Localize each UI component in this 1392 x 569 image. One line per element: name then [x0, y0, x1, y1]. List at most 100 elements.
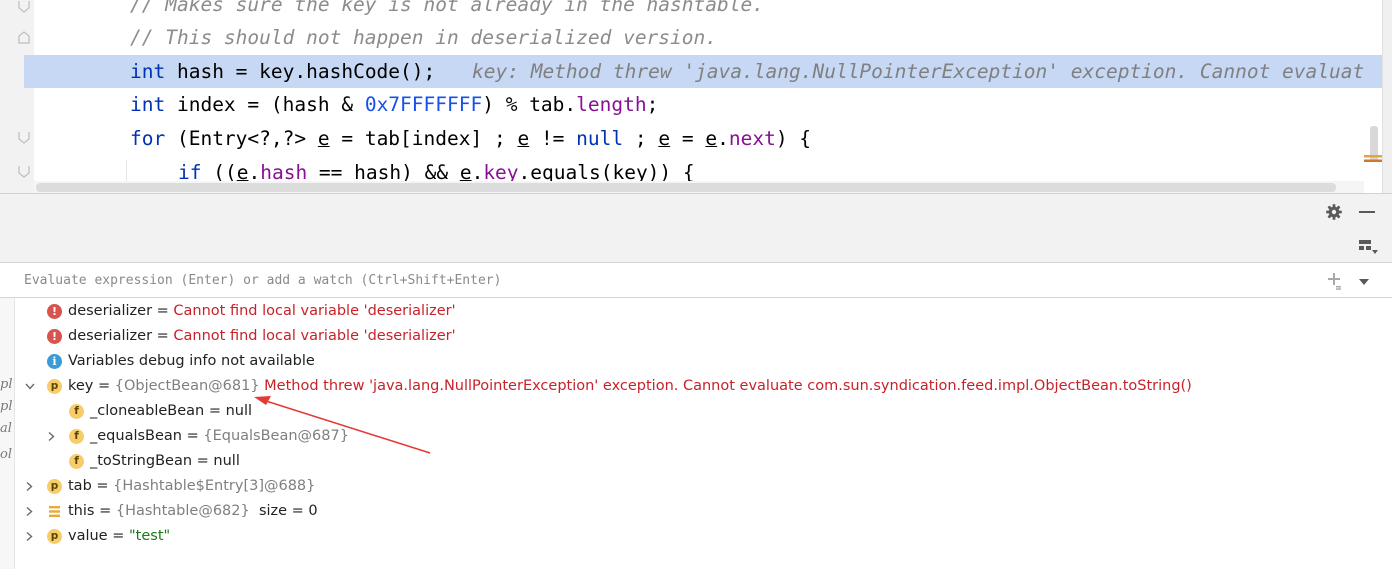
equals-sign: =: [181, 428, 204, 444]
field-icon: f: [69, 404, 84, 419]
chevron-down-icon[interactable]: [25, 381, 35, 392]
variable-text: value = "test": [68, 524, 170, 549]
code-text: ;: [646, 93, 659, 116]
variable-text: tab = {Hashtable$Entry[3]@688}: [68, 474, 315, 499]
tool-window-strip: [1382, 0, 1392, 194]
code-line: // Makes sure the key is not already in …: [36, 0, 1382, 21]
fold-marker-icon[interactable]: [17, 30, 31, 44]
error-icon: !: [47, 304, 62, 319]
chevron-right-icon[interactable]: [46, 431, 56, 442]
strip-mark: pl: [0, 377, 13, 392]
variable-name: _equalsBean: [90, 428, 182, 444]
current-execution-line: int hash = key.hashCode(); key: Method t…: [24, 55, 1382, 88]
variable-ref: e: [658, 127, 671, 150]
evaluate-expression-input[interactable]: [14, 263, 1334, 297]
variable-name: value: [68, 528, 108, 544]
horizontal-scrollbar-thumb[interactable]: [36, 183, 1336, 192]
variable-text: deserializer = Cannot find local variabl…: [68, 299, 456, 324]
chevron-right-icon[interactable]: [24, 506, 34, 517]
fold-marker-icon[interactable]: [17, 0, 31, 14]
left-tool-strip: pl pl al. ol: [0, 298, 15, 569]
code-statement: int hash = key.hashCode();: [130, 55, 435, 88]
variable-ref: {EqualsBean@687}: [203, 428, 349, 444]
variable-ref: e: [705, 127, 718, 150]
code-editor[interactable]: // Makes sure the key is not already in …: [0, 0, 1392, 194]
info-icon: i: [47, 354, 62, 369]
variable-value: null: [225, 403, 253, 419]
variable-name: key: [68, 378, 94, 394]
layout-icon[interactable]: [1357, 236, 1379, 256]
variable-ref: {Hashtable$Entry[3]@688}: [113, 478, 316, 494]
code-text: hash = key.hashCode();: [165, 60, 436, 83]
variable-ref: e: [517, 127, 530, 150]
debug-subtoolbar: [0, 228, 1392, 262]
field-ref: next: [728, 127, 776, 150]
keyword: for: [130, 127, 166, 150]
gear-icon[interactable]: [1324, 202, 1344, 222]
variable-name: this: [68, 503, 95, 519]
field-icon: f: [69, 429, 84, 444]
field-ref: length: [576, 93, 647, 116]
variable-error: Cannot find local variable 'deserializer…: [173, 303, 456, 319]
code-text: ) {: [775, 127, 812, 150]
variable-extra: size = 0: [249, 503, 318, 519]
code-comment: // This should not happen in deserialize…: [130, 26, 717, 49]
equals-sign: =: [107, 528, 129, 544]
code-text: index = (hash &: [165, 93, 365, 116]
variable-text: key = {ObjectBean@681} Method threw 'jav…: [68, 374, 1192, 399]
code-line: int index = (hash & 0x7FFFFFFF) % tab.le…: [36, 88, 1382, 121]
chevron-right-icon[interactable]: [24, 481, 34, 492]
variable-ref: {Hashtable@682}: [115, 503, 250, 519]
equals-sign: =: [152, 303, 174, 319]
code-line: for (Entry<?,?> e = tab[index] ; e != nu…: [36, 122, 1382, 155]
code-text: =: [670, 127, 706, 150]
equals-sign: =: [204, 403, 226, 419]
strip-mark: al.: [0, 421, 13, 436]
code-text: ;: [623, 127, 659, 150]
parameter-icon: p: [47, 529, 62, 544]
keyword: int: [130, 93, 166, 116]
code-line: // This should not happen in deserialize…: [36, 21, 1382, 54]
fold-marker-icon[interactable]: [17, 131, 31, 145]
equals-sign: =: [192, 453, 214, 469]
info-message: Variables debug info not available: [68, 353, 315, 369]
chevron-down-icon[interactable]: [1357, 276, 1371, 288]
parameter-icon: p: [47, 379, 62, 394]
add-watch-icon[interactable]: [1326, 272, 1342, 290]
variable-string-value: "test": [128, 528, 171, 544]
equals-sign: =: [91, 478, 114, 494]
variable-name: _cloneableBean: [90, 403, 205, 419]
error-stripe-marker[interactable]: [1364, 155, 1382, 163]
variable-text: _toStringBean = null: [90, 449, 240, 474]
variable-name: tab: [68, 478, 92, 494]
editor-gutter: [0, 0, 34, 194]
code-comment: // Makes sure the key is not already in …: [130, 0, 764, 16]
number-literal: 0x7FFFFFFF: [364, 93, 483, 116]
keyword: int: [130, 60, 166, 83]
strip-mark: ol: [0, 447, 12, 462]
inline-debug-value: key: Method threw 'java.lang.NullPointer…: [472, 60, 1365, 83]
variable-text: _cloneableBean = null: [90, 399, 252, 424]
variable-text: _equalsBean = {EqualsBean@687}: [90, 424, 349, 449]
strip-mark: pl: [0, 399, 13, 414]
equals-sign: =: [94, 503, 116, 519]
chevron-right-icon[interactable]: [24, 531, 34, 542]
code-text: .: [717, 127, 729, 150]
equals-sign: =: [152, 328, 174, 344]
variable-name: deserializer: [68, 303, 153, 319]
variable-name: deserializer: [68, 328, 153, 344]
code-text: (Entry<?,?>: [165, 127, 318, 150]
variable-text: this = {Hashtable@682} size = 0: [68, 499, 318, 524]
keyword: null: [576, 127, 624, 150]
variable-error: Cannot find local variable 'deserializer…: [173, 328, 456, 344]
variable-value: null: [213, 453, 240, 469]
code-statement: int index = (hash & 0x7FFFFFFF) % tab.le…: [130, 88, 658, 121]
variable-name: _toStringBean: [90, 453, 193, 469]
evaluate-expression-bar: [0, 262, 1392, 298]
minimize-icon[interactable]: [1357, 202, 1377, 222]
variable-ref: e: [317, 127, 330, 150]
equals-sign: =: [93, 378, 115, 394]
field-icon: f: [69, 454, 84, 469]
variable-text: deserializer = Cannot find local variabl…: [68, 324, 456, 349]
fold-marker-icon[interactable]: [17, 165, 31, 179]
